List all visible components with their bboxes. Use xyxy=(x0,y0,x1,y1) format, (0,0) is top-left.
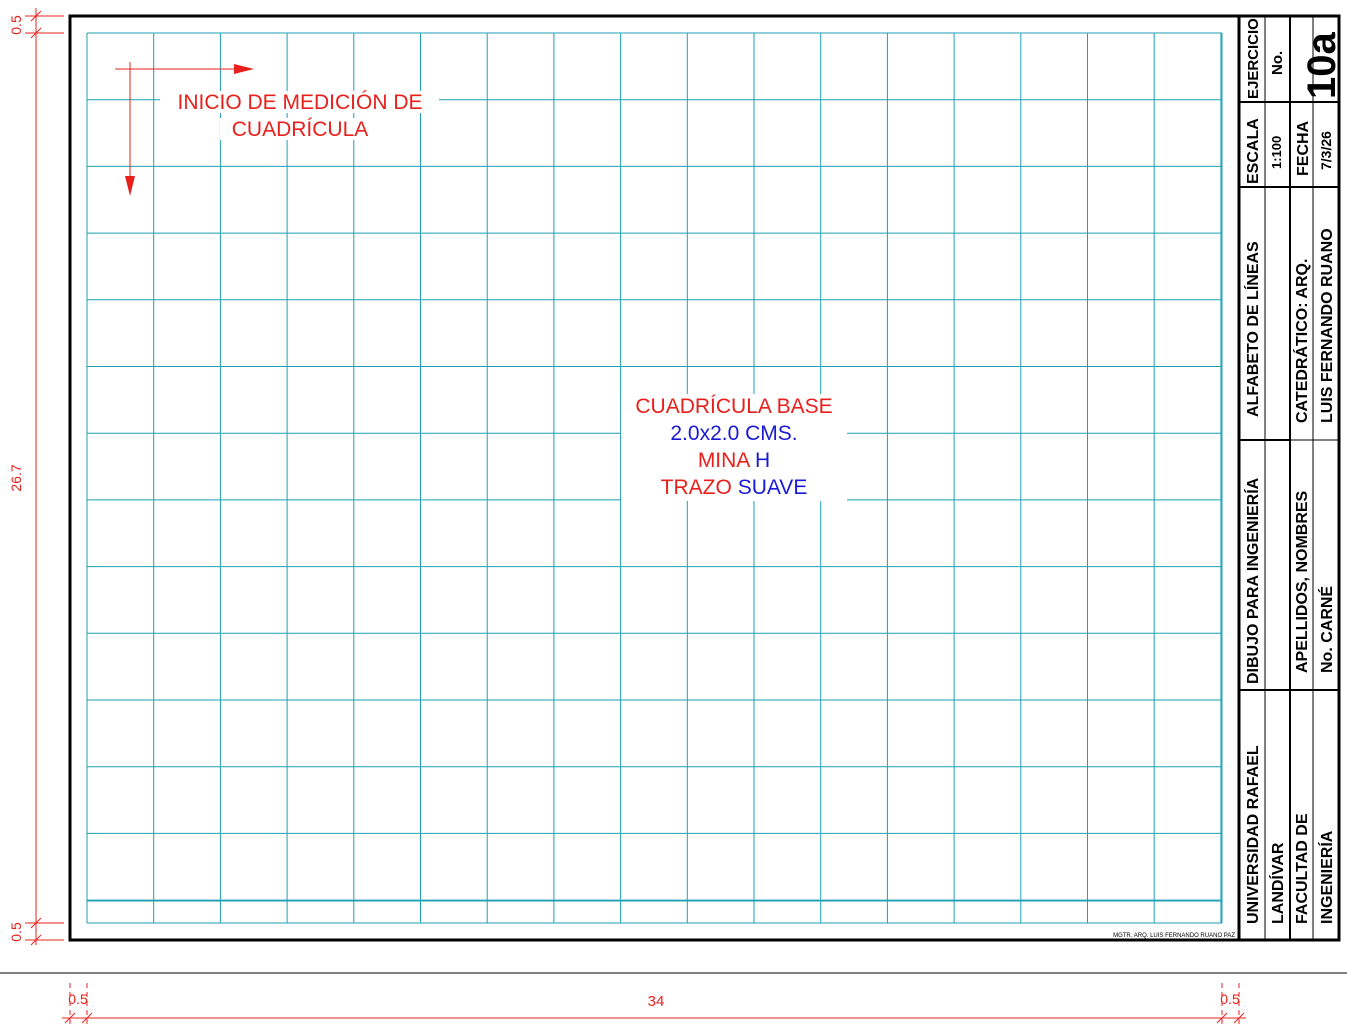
stroke-value: SUAVE xyxy=(738,476,808,499)
stroke-label: TRAZO xyxy=(661,476,732,499)
university-line2: LANDÍVAR xyxy=(1268,842,1287,924)
start-label-line1: INICIO DE MEDICIÓN DE xyxy=(177,91,422,114)
arrow-right-icon xyxy=(234,64,254,74)
course-name: DIBUJO PARA INGENIERÍA xyxy=(1243,477,1262,684)
date-label: FECHA xyxy=(1295,120,1312,176)
topic-name: ALFABETO DE LÍNEAS xyxy=(1243,241,1262,417)
dimension-lines xyxy=(25,8,1246,1028)
dim-drawing-height: 26.7 xyxy=(8,464,24,491)
faculty-line2: INGENIERÍA xyxy=(1317,830,1336,924)
scale-value: 1:100 xyxy=(1269,136,1284,169)
base-grid-size: 2.0x2.0 CMS. xyxy=(670,422,797,445)
dim-top-margin: 0.5 xyxy=(8,15,24,35)
arrow-down-icon xyxy=(125,176,135,196)
student-line1: APELLIDOS, NOMBRES xyxy=(1294,490,1311,673)
base-grid-title: CUADRÍCULA BASE xyxy=(635,395,832,418)
date-value: 7/3/26 xyxy=(1318,131,1334,170)
exercise-no-label: No. xyxy=(1269,51,1286,75)
dim-drawing-width: 34 xyxy=(648,993,665,1010)
credit-text: MGTR. ARQ. LUIS FERNANDO RUANO PAZ xyxy=(1113,933,1235,939)
dim-bottom-margin: 0.5 xyxy=(8,922,24,942)
stroke-line: TRAZO SUAVE xyxy=(661,476,808,499)
exercise-label: EJERCICIO xyxy=(1245,18,1262,99)
professor-line1: CATEDRÁTICO: ARQ. xyxy=(1292,259,1311,423)
scale-label: ESCALA xyxy=(1245,118,1262,184)
exercise-number: 10a xyxy=(1300,32,1344,99)
start-label-line2: CUADRÍCULA xyxy=(232,118,369,141)
lead-label: MINA xyxy=(698,449,750,472)
faculty-line1: FACULTAD DE xyxy=(1294,813,1311,924)
professor-line2: LUIS FERNANDO RUANO xyxy=(1319,228,1336,423)
drawing-sheet: 0.5 26.7 0.5 0.5 34 0.5 INICIO DE MEDICI… xyxy=(0,8,1347,1028)
student-line2: No. CARNÉ xyxy=(1317,586,1336,673)
lead-value: H xyxy=(755,449,770,472)
university-line1: UNIVERSIDAD RAFAEL xyxy=(1245,745,1262,924)
lead-line: MINA H xyxy=(698,449,770,472)
dim-left-margin: 0.5 xyxy=(68,991,88,1007)
dim-right-margin: 0.5 xyxy=(1220,991,1240,1007)
